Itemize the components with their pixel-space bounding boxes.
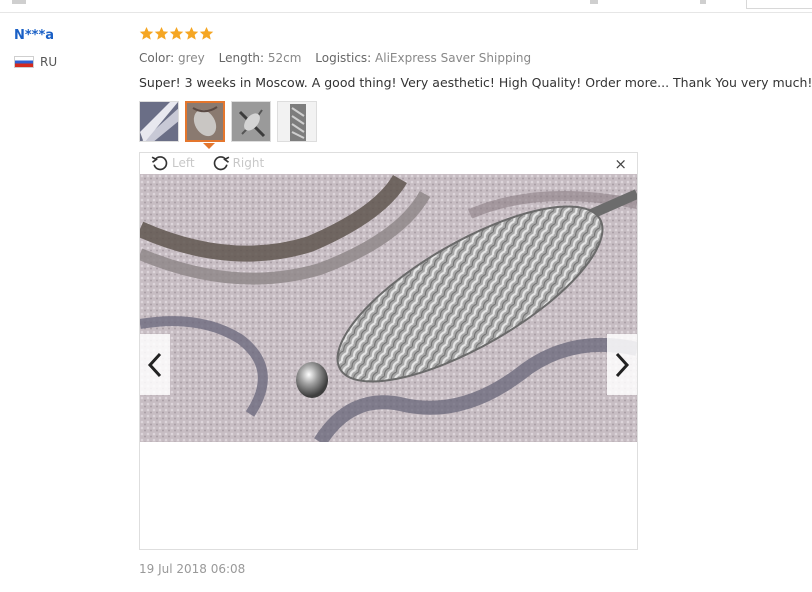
top-stub <box>12 0 26 4</box>
russia-flag-icon <box>14 56 34 68</box>
review-thumbnails <box>139 101 317 142</box>
attr-color-value: grey <box>178 51 205 65</box>
attr-color-key: Color: <box>139 51 175 65</box>
viewer-toolbar: Left Right <box>150 153 274 173</box>
review-page: N***a RU Color: grey Length: 52cm Logist… <box>0 0 812 592</box>
attr-length-value: 52cm <box>267 51 302 65</box>
star-rating <box>139 26 214 41</box>
reviewer-country: RU <box>14 55 57 69</box>
star-icon <box>199 26 214 40</box>
attr-length-key: Length: <box>218 51 265 65</box>
chevron-left-icon <box>147 352 162 377</box>
review-date: 19 Jul 2018 06:08 <box>139 562 246 576</box>
reviewer-name[interactable]: N***a <box>14 28 54 43</box>
rotate-left-icon <box>151 156 168 171</box>
rotate-right-button[interactable]: Right <box>211 153 265 173</box>
star-icon <box>169 26 184 40</box>
image-viewer: Left Right × <box>139 152 638 550</box>
rotate-left-label: Left <box>172 156 195 170</box>
review-photo <box>140 174 637 442</box>
rotate-right-label: Right <box>232 156 265 170</box>
active-thumbnail-pointer <box>203 143 215 149</box>
next-image-button[interactable] <box>607 334 637 395</box>
rotate-left-button[interactable]: Left <box>150 153 195 173</box>
attr-logistics-key: Logistics: <box>315 51 372 65</box>
close-viewer-button[interactable]: × <box>614 156 627 172</box>
previous-image-button[interactable] <box>140 334 170 395</box>
star-icon <box>139 26 154 40</box>
review-thumbnail[interactable] <box>231 101 271 142</box>
star-icon <box>184 26 199 40</box>
attr-logistics-value: AliExpress Saver Shipping <box>375 51 532 65</box>
star-icon <box>154 26 169 40</box>
top-stub <box>700 0 706 4</box>
top-stub <box>590 0 598 4</box>
product-photo-image <box>140 174 637 442</box>
chevron-right-icon <box>615 352 630 377</box>
rotate-right-icon <box>213 156 229 171</box>
review-attributes: Color: grey Length: 52cm Logistics: AliE… <box>139 51 541 65</box>
top-dropdown[interactable] <box>746 0 812 9</box>
top-strip <box>0 0 812 13</box>
review-text: Super! 3 weeks in Moscow. A good thing! … <box>139 75 812 90</box>
review-thumbnail[interactable] <box>139 101 179 142</box>
review-thumbnail-active[interactable] <box>185 101 225 142</box>
country-code: RU <box>40 55 58 69</box>
review-thumbnail[interactable] <box>277 101 317 142</box>
